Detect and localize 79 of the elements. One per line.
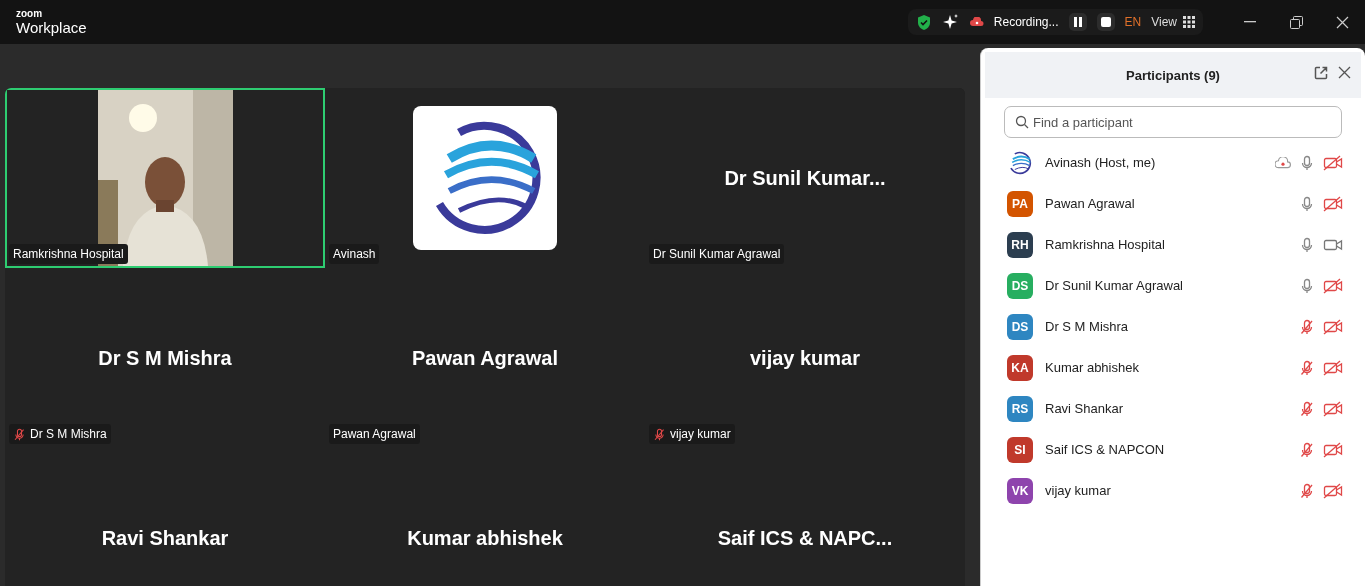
cloud-record-icon [969, 17, 984, 27]
participant-name: Saif ICS & NAPCON [1045, 442, 1166, 457]
panel-title: Participants (9) [1126, 67, 1220, 83]
camera-off-icon [1323, 318, 1343, 335]
participant-name: Avinash (Host, me) [1045, 155, 1157, 170]
camera-off-icon [1323, 400, 1343, 417]
participant-name: Dr Sunil Kumar Agrawal [1045, 278, 1184, 293]
pause-icon [1073, 17, 1082, 27]
participant-row[interactable]: SI Saif ICS & NAPCON [981, 429, 1365, 470]
app-logo-text: zoom [16, 9, 44, 19]
name-label-text: Pawan Agrawal [333, 427, 416, 441]
search-field[interactable]: Find a participant [1004, 106, 1342, 138]
camera-off-icon [1323, 277, 1343, 294]
participant-name: Pawan Agrawal [412, 346, 558, 370]
stop-icon [1100, 17, 1111, 27]
participant-row[interactable]: DS Dr Sunil Kumar Agrawal [981, 265, 1365, 306]
app-name: Workplace [16, 20, 87, 35]
name-label-text: vijay kumar [670, 427, 731, 441]
participant-name: Dr S M Mishra [1045, 319, 1130, 334]
participant-name: Saif ICS & NAPC... [717, 526, 893, 550]
name-label-text: Avinash [333, 247, 376, 261]
mic-icon [1299, 195, 1315, 212]
participant-row[interactable]: KA Kumar abhishek [981, 347, 1365, 388]
mic-icon [1299, 277, 1315, 294]
participant-name: Ravi Shankar [1045, 401, 1125, 416]
participant-name: Dr S M Mishra [98, 346, 232, 370]
camera-off-icon [1323, 482, 1343, 499]
participant-row[interactable]: Avinash (Host, me) [981, 142, 1365, 183]
minimize-icon [1244, 21, 1256, 23]
mic-icon [1299, 154, 1315, 171]
view-button[interactable]: View [1151, 15, 1195, 29]
avatar: KA [1007, 354, 1033, 381]
stop-button[interactable] [1096, 13, 1115, 31]
avatar: RS [1007, 395, 1033, 422]
avatar: SI [1007, 436, 1033, 463]
participant-name: vijay kumar [749, 346, 861, 370]
name-label-text: Ramkrishna Hospital [13, 247, 124, 261]
avatar: DS [1007, 272, 1033, 299]
avatar: VK [1007, 477, 1033, 504]
muted-mic-icon [13, 427, 26, 441]
muted-mic-icon [1299, 441, 1315, 458]
muted-mic-icon [1299, 318, 1315, 335]
participant-row[interactable]: VK vijay kumar [981, 470, 1365, 511]
globe-avatar-icon [1007, 149, 1033, 176]
grid-icon [1183, 16, 1195, 28]
participant-row[interactable]: RH Ramkrishna Hospital [981, 224, 1365, 265]
name-label-text: Dr S M Mishra [30, 427, 107, 441]
pop-out-icon[interactable] [1314, 66, 1328, 80]
muted-mic-icon [653, 427, 666, 441]
name-label-text: Dr Sunil Kumar Agrawal [653, 247, 781, 261]
camera-off-icon [1323, 195, 1343, 212]
avatar: PA [1007, 190, 1033, 217]
camera-off-icon [1323, 359, 1343, 376]
close-icon[interactable] [1338, 66, 1351, 80]
shield-check-icon[interactable] [915, 13, 932, 31]
participant-name: Kumar abhishek [1045, 360, 1140, 375]
camera-off-icon [1323, 154, 1343, 171]
camera-off-icon [1323, 441, 1343, 458]
participant-name: Ramkrishna Hospital [1045, 237, 1166, 252]
language-indicator[interactable]: EN [1124, 15, 1142, 29]
muted-mic-icon [1299, 400, 1315, 417]
pause-button[interactable] [1068, 13, 1087, 31]
participant-name: vijay kumar [1045, 483, 1112, 498]
participant-row[interactable]: RS Ravi Shankar [981, 388, 1365, 429]
muted-mic-icon [1299, 359, 1315, 376]
avatar: RH [1007, 231, 1033, 258]
close-icon [1335, 15, 1349, 29]
participant-name: Kumar abhishek [407, 526, 563, 550]
mic-icon [1299, 236, 1315, 253]
avatar: DS [1007, 313, 1033, 340]
muted-mic-icon [1299, 482, 1315, 499]
participant-name: Ravi Shankar [101, 526, 229, 550]
recording-status: Recording... [993, 15, 1059, 29]
participant-name: Dr Sunil Kumar... [724, 166, 886, 190]
restore-icon [1289, 15, 1303, 29]
search-icon [1015, 115, 1029, 129]
participant-name: Pawan Agrawal [1045, 196, 1136, 211]
participant-row[interactable]: DS Dr S M Mishra [981, 306, 1365, 347]
participant-row[interactable]: PA Pawan Agrawal [981, 183, 1365, 224]
